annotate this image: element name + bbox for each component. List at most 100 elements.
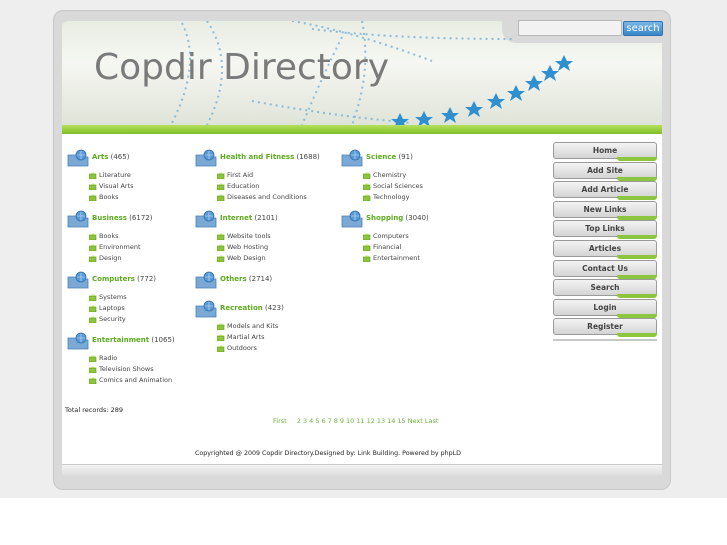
category-count: (3040) xyxy=(403,214,429,222)
category-title: Entertainment (1065) xyxy=(92,336,175,344)
pager-first-link[interactable]: First xyxy=(273,417,287,425)
category-link[interactable]: Arts xyxy=(92,153,108,161)
leaf-folder-icon xyxy=(216,323,225,331)
subcategory-link[interactable]: Books xyxy=(99,193,119,201)
menu-button-home[interactable]: Home xyxy=(553,142,657,161)
pager-page-link[interactable]: 11 xyxy=(356,417,364,425)
subcategory-link[interactable]: Website tools xyxy=(227,232,271,240)
subcategory-link[interactable]: Education xyxy=(227,182,259,190)
search-input[interactable] xyxy=(518,20,622,36)
subcategory-link[interactable]: Social Sciences xyxy=(373,182,423,190)
pager-page-link[interactable]: 15 xyxy=(397,417,405,425)
subcategory-link[interactable]: Radio xyxy=(99,354,117,362)
category-link[interactable]: Others xyxy=(220,275,247,283)
leaf-folder-icon xyxy=(88,183,97,191)
subcategory-link[interactable]: Environment xyxy=(99,243,141,251)
subcategory-link[interactable]: Technology xyxy=(373,193,409,201)
subcategory-link[interactable]: Web Design xyxy=(227,254,266,262)
leaf-folder-icon xyxy=(216,244,225,252)
category-link[interactable]: Computers xyxy=(92,275,135,283)
category-link[interactable]: Entertainment xyxy=(92,336,149,344)
pager-page-link[interactable]: 12 xyxy=(367,417,375,425)
menu-button-add-article[interactable]: Add Article xyxy=(553,181,657,201)
category-title: Health and Fitness (1688) xyxy=(220,153,320,161)
menu-button-top-links[interactable]: Top Links xyxy=(553,220,657,240)
category-block: Shopping (3040) Computers Financial Enterta… xyxy=(341,210,429,265)
leaf-folder-icon xyxy=(88,244,97,252)
menu-button-articles[interactable]: Articles xyxy=(553,239,657,259)
footer-bar xyxy=(62,464,662,476)
leaf-folder-icon xyxy=(362,172,371,180)
pager-last-link[interactable]: Last xyxy=(425,417,439,425)
leaf-folder-icon xyxy=(216,255,225,263)
subcategory-link[interactable]: Systems xyxy=(99,293,127,301)
category-count: (423) xyxy=(262,304,284,312)
side-menu: Home Add Site Add Article New Links Top Link… xyxy=(553,142,657,342)
leaf-folder-icon xyxy=(216,183,225,191)
category-title: Business (6172) xyxy=(92,214,152,222)
subcategory-link[interactable]: Martial Arts xyxy=(227,333,265,341)
pager-page-link[interactable]: 13 xyxy=(377,417,385,425)
subcategory-link[interactable]: Outdoors xyxy=(227,344,257,352)
leaf-folder-icon xyxy=(88,316,97,324)
subcategory-link[interactable]: Design xyxy=(99,254,121,262)
leaf-folder-icon xyxy=(88,233,97,241)
category-link[interactable]: Science xyxy=(366,153,396,161)
leaf-folder-icon xyxy=(216,172,225,180)
pager-next-link[interactable]: Next xyxy=(408,417,423,425)
menu-button-register[interactable]: Register xyxy=(553,318,657,338)
folder-globe-icon xyxy=(195,300,217,318)
leaf-folder-icon xyxy=(216,233,225,241)
category-count: (2714) xyxy=(246,275,273,283)
subcategory-link[interactable]: Television Shows xyxy=(99,365,154,373)
pager-page-link[interactable]: 14 xyxy=(387,417,395,425)
subcategory-list: Models and Kits Martial Arts Outdoors xyxy=(195,322,278,355)
subcategory-link[interactable]: Computers xyxy=(373,232,409,240)
pager-page-link[interactable]: 5 xyxy=(315,417,319,425)
category-header: Arts (465) xyxy=(67,149,129,169)
pager-page-link[interactable]: 8 xyxy=(334,417,338,425)
subcategory-link[interactable]: Security xyxy=(99,315,126,323)
leaf-folder-icon xyxy=(88,377,97,385)
category-count: (6172) xyxy=(126,214,153,222)
subcategory-link[interactable]: Diseases and Conditions xyxy=(227,193,307,201)
category-link[interactable]: Internet xyxy=(220,214,252,222)
leaf-folder-icon xyxy=(216,334,225,342)
subcategory-link[interactable]: Entertainment xyxy=(373,254,420,262)
subcategory-link[interactable]: Models and Kits xyxy=(227,322,278,330)
menu-button-contact-us[interactable]: Contact Us xyxy=(553,259,657,279)
search-button[interactable]: search xyxy=(623,21,663,36)
pager-page-link[interactable]: 2 xyxy=(297,417,301,425)
subcategory-link[interactable]: First Aid xyxy=(227,171,253,179)
pager-page-link[interactable]: 6 xyxy=(321,417,325,425)
category-link[interactable]: Recreation xyxy=(220,304,263,312)
subcategory-link[interactable]: Comics and Animation xyxy=(99,376,172,384)
category-header: Shopping (3040) xyxy=(341,210,429,230)
leaf-folder-icon xyxy=(362,244,371,252)
subcategory-link[interactable]: Financial xyxy=(373,243,401,251)
category-block: Computers (772) Systems Laptops Security xyxy=(67,271,156,326)
subcategory-link[interactable]: Chemistry xyxy=(373,171,406,179)
subcategory-link[interactable]: Visual Arts xyxy=(99,182,134,190)
pager-page-link[interactable]: 4 xyxy=(309,417,313,425)
subcategory-link[interactable]: Web Hosting xyxy=(227,243,268,251)
category-link[interactable]: Health and Fitness xyxy=(220,153,294,161)
pager-page-link[interactable]: 3 xyxy=(303,417,307,425)
menu-button-search[interactable]: Search xyxy=(553,279,657,299)
pager-page-link[interactable]: 9 xyxy=(340,417,344,425)
menu-button-new-links[interactable]: New Links xyxy=(553,200,657,220)
subcategory-link[interactable]: Laptops xyxy=(99,304,125,312)
subcategory-link[interactable]: Literature xyxy=(99,171,131,179)
subcategory-link[interactable]: Books xyxy=(99,232,119,240)
menu-button-add-site[interactable]: Add Site xyxy=(553,161,657,181)
category-link[interactable]: Business xyxy=(92,214,127,222)
category-link[interactable]: Shopping xyxy=(366,214,403,222)
folder-globe-icon xyxy=(341,210,363,228)
menu-button-login[interactable]: Login xyxy=(553,298,657,318)
category-title: Others (2714) xyxy=(220,275,272,283)
category-header: Recreation (423) xyxy=(195,300,284,320)
category-block: Business (6172) Books Environment Design xyxy=(67,210,152,265)
pager-page-link[interactable]: 10 xyxy=(346,417,354,425)
category-title: Science (91) xyxy=(366,153,413,161)
pager-page-link[interactable]: 7 xyxy=(328,417,332,425)
